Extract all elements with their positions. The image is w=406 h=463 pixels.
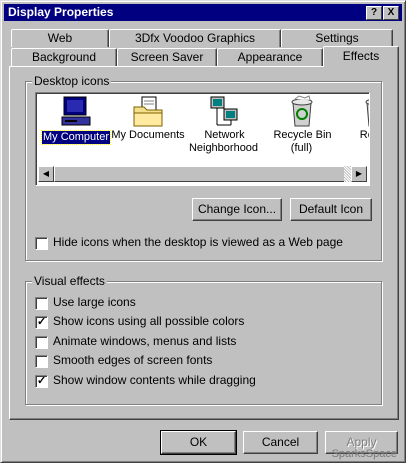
checkmark-icon: ✓ xyxy=(37,375,47,387)
hide-icons-checkbox-box[interactable] xyxy=(35,237,48,250)
checkmark-icon: ✓ xyxy=(37,316,47,328)
icon-item-my-computer[interactable]: My Computer xyxy=(36,95,116,145)
tab-settings[interactable]: Settings xyxy=(281,29,393,47)
ok-button[interactable]: OK xyxy=(160,430,237,455)
icon-label-recycle-bin-empty: Rec (e xyxy=(359,129,369,141)
scroll-right-button[interactable]: ▶ xyxy=(351,166,367,182)
scroll-left-button[interactable]: ◀ xyxy=(38,166,54,182)
effects-panel: Desktop icons My Computer My Documents N… xyxy=(9,66,399,420)
default-icon-button[interactable]: Default Icon xyxy=(290,198,372,221)
icon-item-my-documents[interactable]: My Documents xyxy=(108,95,188,142)
network-neighborhood-icon xyxy=(210,96,238,126)
desktop-icons-legend: Desktop icons xyxy=(32,74,112,88)
close-button[interactable]: X xyxy=(383,6,399,20)
scroll-track[interactable] xyxy=(54,166,351,182)
tab-screen-saver[interactable]: Screen Saver xyxy=(117,48,217,66)
display-properties-window: Display Properties ? X Web 3Dfx Voodoo G… xyxy=(0,0,406,463)
cancel-button[interactable]: Cancel xyxy=(243,431,318,454)
animate-windows-label: Animate windows, menus and lists xyxy=(53,334,237,348)
show-icons-all-colors-label: Show icons using all possible colors xyxy=(53,314,245,328)
scroll-thumb[interactable] xyxy=(54,166,346,182)
smooth-edges-label: Smooth edges of screen fonts xyxy=(53,353,213,367)
my-computer-icon xyxy=(61,96,91,126)
desktop-icons-list[interactable]: My Computer My Documents Network Neighbo… xyxy=(35,92,370,186)
watermark: SparksSpace xyxy=(331,448,397,460)
icons-horizontal-scrollbar[interactable]: ◀ ▶ xyxy=(38,166,367,182)
hide-icons-label: Hide icons when the desktop is viewed as… xyxy=(53,235,343,249)
change-icon-button[interactable]: Change Icon... xyxy=(192,198,282,221)
icon-label-my-computer: My Computer xyxy=(40,130,112,145)
tab-web[interactable]: Web xyxy=(11,29,109,47)
recycle-bin-full-icon xyxy=(291,95,313,127)
desktop-icons-group: Desktop icons My Computer My Documents N… xyxy=(25,74,382,261)
icon-item-recycle-bin-empty[interactable]: Rec (e xyxy=(336,95,369,142)
recycle-bin-empty-icon xyxy=(365,99,369,127)
visual-effects-legend: Visual effects xyxy=(32,274,107,288)
visual-effects-group: Visual effects Use large icons ✓ Show ic… xyxy=(25,274,382,405)
icon-label-my-documents: My Documents xyxy=(111,129,185,141)
icon-label-recycle-bin-full: Recycle Bin (full) xyxy=(273,129,332,154)
tab-effects[interactable]: Effects xyxy=(323,46,399,67)
tab-appearance[interactable]: Appearance xyxy=(217,48,323,66)
help-button[interactable]: ? xyxy=(366,6,382,20)
icon-item-recycle-bin-full[interactable]: Recycle Bin (full) xyxy=(262,95,342,155)
icon-item-network-neighborhood[interactable]: Network Neighborhood xyxy=(184,95,264,155)
title-bar[interactable]: Display Properties ? X xyxy=(4,4,402,21)
icon-label-network-neighborhood: Network Neighborhood xyxy=(188,129,259,154)
hide-icons-checkbox[interactable]: Hide icons when the desktop is viewed as… xyxy=(35,235,375,251)
tab-3dfx-voodoo-graphics[interactable]: 3Dfx Voodoo Graphics xyxy=(109,29,281,47)
show-window-contents-label: Show window contents while dragging xyxy=(53,373,256,387)
my-documents-icon xyxy=(133,96,163,127)
window-title: Display Properties xyxy=(8,5,114,19)
tab-background[interactable]: Background xyxy=(11,48,117,66)
use-large-icons-label: Use large icons xyxy=(53,295,136,309)
